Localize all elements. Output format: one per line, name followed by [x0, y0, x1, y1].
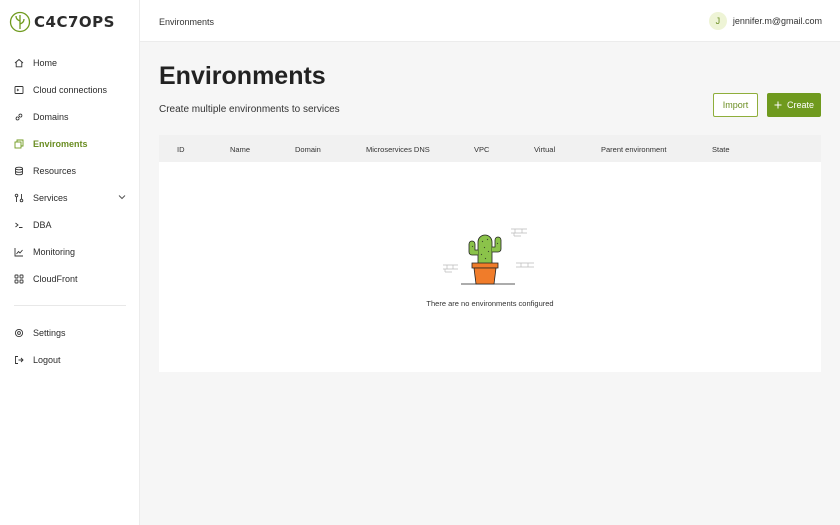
- sidebar-item-monitoring[interactable]: Monitoring: [0, 238, 140, 265]
- brand-name: C4C7OPS: [34, 13, 115, 31]
- sidebar-item-domains[interactable]: Domains: [0, 103, 140, 130]
- sidebar-item-cloudfront[interactable]: CloudFront: [0, 265, 140, 292]
- cloud-connection-icon: [14, 85, 24, 95]
- gear-icon: [14, 328, 24, 338]
- layers-icon: [14, 139, 24, 149]
- sidebar-item-label: Cloud connections: [33, 84, 108, 95]
- column-header-state[interactable]: State: [712, 145, 730, 154]
- top-bar: Environments J jennifer.m@gmail.com: [140, 0, 840, 42]
- import-button[interactable]: Import: [713, 93, 758, 117]
- sidebar: C4C7OPS Home Cloud connections Domains E…: [0, 0, 140, 525]
- logo-icon: [9, 11, 31, 33]
- home-icon: [14, 58, 24, 68]
- column-header-virtual[interactable]: Virtual: [534, 145, 555, 154]
- sidebar-nav: Home Cloud connections Domains Enviromen…: [0, 49, 140, 292]
- brand-logo[interactable]: C4C7OPS: [9, 11, 115, 33]
- user-email: jennifer.m@gmail.com: [732, 16, 822, 26]
- sidebar-item-resources[interactable]: Resources: [0, 157, 140, 184]
- column-header-name[interactable]: Name: [230, 145, 250, 154]
- empty-state-message: There are no environments configured: [426, 299, 554, 308]
- sidebar-bottom-nav: Settings Logout: [0, 319, 140, 373]
- plus-icon: [774, 101, 782, 109]
- services-icon: [14, 193, 24, 203]
- create-button[interactable]: Create: [767, 93, 821, 117]
- sidebar-item-label: Settings: [33, 327, 66, 338]
- sidebar-item-label: Resources: [33, 165, 77, 176]
- column-header-vpc[interactable]: VPC: [474, 145, 489, 154]
- sidebar-item-logout[interactable]: Logout: [0, 346, 140, 373]
- terminal-icon: [14, 220, 24, 230]
- sidebar-item-services[interactable]: Services: [0, 184, 140, 211]
- sidebar-item-label: Domains: [33, 111, 69, 122]
- table-header: ID Name Domain Microservices DNS VPC Vir…: [159, 135, 821, 162]
- import-button-label: Import: [722, 100, 749, 110]
- avatar[interactable]: J: [708, 12, 727, 30]
- sidebar-item-environments[interactable]: Enviroments: [0, 130, 140, 157]
- sidebar-item-home[interactable]: Home: [0, 49, 140, 76]
- sidebar-item-label: Logout: [33, 354, 61, 365]
- chevron-down-icon[interactable]: [118, 193, 126, 203]
- grid-icon: [14, 274, 24, 284]
- column-header-id[interactable]: ID: [177, 145, 185, 154]
- sidebar-divider: [14, 305, 126, 306]
- empty-cactus-illustration: [443, 228, 534, 285]
- sidebar-item-cloud-connections[interactable]: Cloud connections: [0, 76, 140, 103]
- sidebar-item-settings[interactable]: Settings: [0, 319, 140, 346]
- sidebar-item-label: Monitoring: [33, 246, 76, 257]
- sidebar-item-label: Enviroments: [33, 138, 88, 149]
- sidebar-item-label: Home: [33, 57, 58, 68]
- sidebar-item-label: Services: [33, 192, 68, 203]
- database-icon: [14, 166, 24, 176]
- logout-icon: [14, 355, 24, 365]
- chart-icon: [14, 247, 24, 257]
- column-header-parent-environment[interactable]: Parent environment: [601, 145, 666, 154]
- sidebar-item-dba[interactable]: DBA: [0, 211, 140, 238]
- sidebar-item-label: DBA: [33, 219, 52, 230]
- sidebar-item-label: CloudFront: [33, 273, 78, 284]
- create-button-label: Create: [786, 100, 814, 110]
- environments-table: ID Name Domain Microservices DNS VPC Vir…: [159, 135, 821, 372]
- link-icon: [14, 112, 24, 122]
- breadcrumb[interactable]: Environments: [159, 17, 214, 27]
- page-title: Environments: [159, 62, 326, 90]
- column-header-microservices-dns[interactable]: Microservices DNS: [366, 145, 430, 154]
- column-header-domain[interactable]: Domain: [295, 145, 321, 154]
- user-menu[interactable]: J jennifer.m@gmail.com: [708, 12, 822, 30]
- page-subtitle: Create multiple environments to services: [159, 104, 340, 115]
